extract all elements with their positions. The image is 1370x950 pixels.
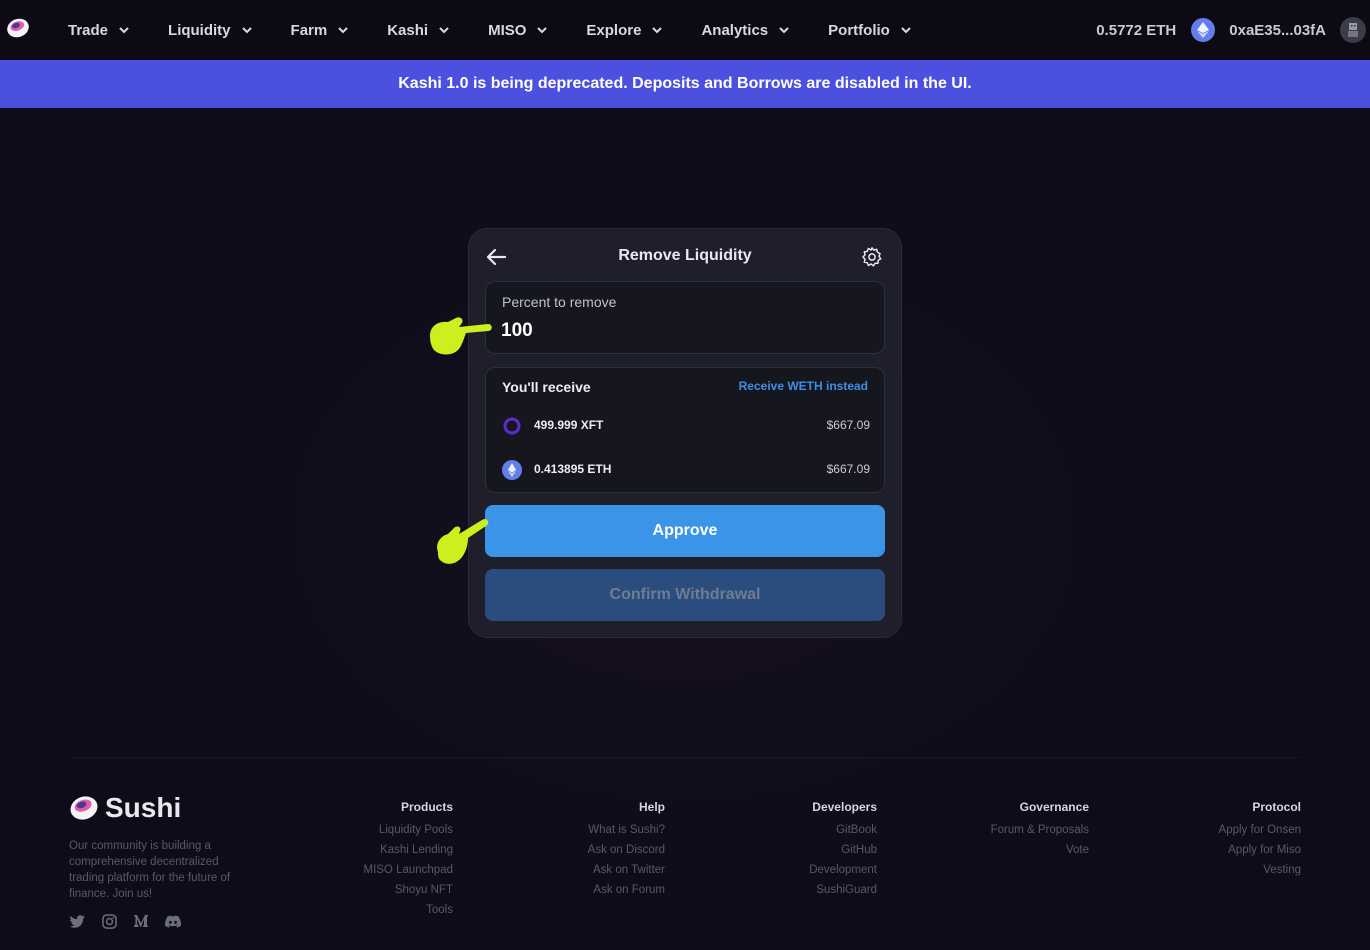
- approve-button[interactable]: Approve: [485, 505, 885, 557]
- receive-weth-link[interactable]: Receive WETH instead: [739, 379, 868, 393]
- chevron-down-icon: [338, 27, 348, 34]
- social-links: [69, 913, 197, 929]
- chevron-down-icon: [537, 27, 548, 34]
- nav-analytics-label: Analytics: [701, 21, 769, 39]
- wallet-balance: 0.5772 ETH: [1096, 21, 1177, 39]
- discord-icon[interactable]: [165, 913, 181, 929]
- footer-link[interactable]: What is Sushi?: [565, 820, 665, 840]
- token-row-eth: 0.413895 ETH $667.09: [502, 458, 870, 482]
- nav-explore[interactable]: Explore: [574, 0, 663, 60]
- nav-farm-label: Farm: [290, 21, 328, 39]
- eth-token-icon: [502, 460, 522, 480]
- percent-label: Percent to remove: [502, 294, 617, 310]
- footer-logo[interactable]: Sushi: [69, 792, 181, 824]
- footer-link[interactable]: GitBook: [777, 820, 877, 840]
- percent-input[interactable]: [501, 318, 861, 344]
- footer-link[interactable]: Kashi Lending: [353, 840, 453, 860]
- pointing-hand-icon: [430, 317, 492, 355]
- footer-column-help: Help What is Sushi? Ask on Discord Ask o…: [565, 800, 665, 900]
- nav-analytics[interactable]: Analytics: [689, 0, 790, 60]
- footer-heading: Governance: [1019, 800, 1089, 814]
- footer-link[interactable]: Liquidity Pools: [353, 820, 453, 840]
- chevron-down-icon: [779, 27, 789, 34]
- nav-kashi[interactable]: Kashi: [375, 0, 450, 60]
- percent-input-panel: Percent to remove: [485, 281, 885, 354]
- footer-column-products: Products Liquidity Pools Kashi Lending M…: [353, 800, 453, 920]
- footer-link[interactable]: Forum & Proposals: [969, 820, 1089, 840]
- receive-panel: You'll receive Receive WETH instead 499.…: [485, 367, 885, 493]
- sushi-logo-icon: [70, 796, 98, 820]
- confirm-withdrawal-button[interactable]: Confirm Withdrawal: [485, 569, 885, 621]
- footer-link[interactable]: Development: [777, 860, 877, 880]
- nav-miso-label: MISO: [488, 21, 527, 39]
- remove-liquidity-card: Remove Liquidity Percent to remove You'l…: [469, 229, 901, 637]
- footer-link[interactable]: GitHub: [777, 840, 877, 860]
- footer-heading: Protocol: [1252, 800, 1301, 814]
- footer-link[interactable]: MISO Launchpad: [353, 860, 453, 880]
- footer-link[interactable]: Ask on Twitter: [565, 860, 665, 880]
- banner-text: Kashi 1.0 is being deprecated. Deposits …: [398, 75, 972, 92]
- nav-kashi-label: Kashi: [387, 21, 429, 39]
- footer-link[interactable]: Apply for Miso: [1181, 840, 1301, 860]
- chevron-down-icon: [119, 27, 129, 34]
- nav-farm[interactable]: Farm: [279, 0, 350, 60]
- footer-divider: [69, 757, 1301, 758]
- footer-heading: Products: [400, 800, 453, 814]
- nav-trade-label: Trade: [68, 21, 109, 39]
- top-navbar: Trade Liquidity Farm Kashi MISO Explore …: [0, 0, 1370, 60]
- receive-title: You'll receive: [502, 379, 591, 395]
- footer-column-governance: Governance Forum & Proposals Vote: [969, 800, 1089, 860]
- footer-heading: Help: [638, 800, 665, 814]
- card-title: Remove Liquidity: [618, 247, 752, 264]
- chevron-down-icon: [652, 27, 663, 34]
- nav-portfolio-label: Portfolio: [828, 21, 890, 39]
- footer-column-developers: Developers GitBook GitHub Development Su…: [777, 800, 877, 900]
- nav-miso[interactable]: MISO: [476, 0, 548, 60]
- nav-trade[interactable]: Trade: [56, 0, 130, 60]
- footer-link[interactable]: Tools: [353, 900, 453, 920]
- footer-link[interactable]: Ask on Discord: [565, 840, 665, 860]
- chevron-down-icon: [241, 27, 252, 34]
- nav-portfolio[interactable]: Portfolio: [816, 0, 912, 60]
- token-usd-value: $667.09: [826, 418, 870, 432]
- token-amount: 0.413895 ETH: [534, 462, 612, 476]
- medium-icon[interactable]: [133, 913, 149, 929]
- nav-liquidity-label: Liquidity: [168, 21, 231, 39]
- token-amount: 499.999 XFT: [534, 418, 604, 432]
- chevron-down-icon: [439, 27, 449, 34]
- nav-explore-label: Explore: [586, 21, 642, 39]
- footer-link[interactable]: Shoyu NFT: [353, 880, 453, 900]
- footer-tagline: Our community is building a comprehensiv…: [69, 840, 231, 900]
- sushi-logo-icon[interactable]: [6, 16, 30, 40]
- footer-link[interactable]: Vesting: [1181, 860, 1301, 880]
- footer-link[interactable]: Ask on Forum: [565, 880, 665, 900]
- token-usd-value: $667.09: [826, 462, 870, 476]
- card-header: Remove Liquidity: [469, 229, 901, 283]
- network-eth-icon[interactable]: [1191, 18, 1216, 42]
- pointing-hand-icon: [437, 519, 489, 564]
- footer-link[interactable]: SushiGuard: [777, 880, 877, 900]
- footer-link[interactable]: Vote: [969, 840, 1089, 860]
- deprecation-banner: Kashi 1.0 is being deprecated. Deposits …: [0, 60, 1370, 108]
- instagram-icon[interactable]: [101, 913, 117, 929]
- avatar[interactable]: [1340, 17, 1366, 43]
- chevron-down-icon: [901, 27, 911, 34]
- footer-column-protocol: Protocol Apply for Onsen Apply for Miso …: [1181, 800, 1301, 880]
- footer-link[interactable]: Apply for Onsen: [1181, 820, 1301, 840]
- footer-heading: Developers: [812, 800, 877, 814]
- nav-liquidity[interactable]: Liquidity: [156, 0, 253, 60]
- account-address[interactable]: 0xaE35...03fA: [1229, 22, 1326, 39]
- twitter-icon[interactable]: [69, 913, 85, 929]
- token-row-xft: 499.999 XFT $667.09: [502, 414, 870, 438]
- gear-icon[interactable]: [861, 246, 883, 268]
- footer-brand: Sushi: [105, 792, 182, 823]
- xft-token-icon: [503, 417, 521, 435]
